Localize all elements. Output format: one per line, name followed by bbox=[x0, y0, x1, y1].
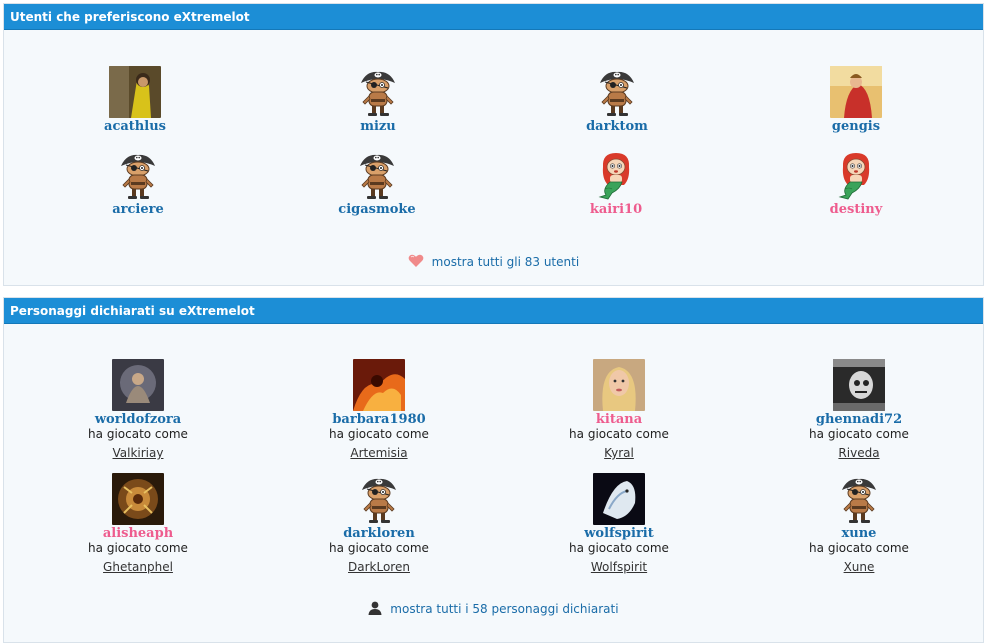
user-name-link[interactable]: alisheaph bbox=[38, 526, 238, 541]
user-name-link[interactable]: destiny bbox=[756, 202, 956, 217]
user-card: destiny bbox=[756, 149, 956, 217]
character-name-link[interactable]: Ghetanphel bbox=[103, 560, 173, 575]
character-card: darkloren ha giocato come DarkLoren bbox=[279, 473, 479, 575]
character-card: xune ha giocato come Xune bbox=[759, 473, 959, 575]
pirate-icon[interactable] bbox=[833, 473, 885, 525]
user-photo-icon[interactable] bbox=[353, 359, 405, 411]
played-as-text: ha giocato come bbox=[809, 541, 909, 555]
character-card: worldofzora ha giocato come Valkiriay bbox=[38, 359, 238, 461]
character-name-link[interactable]: Xune bbox=[844, 560, 875, 575]
user-name-link[interactable]: gengis bbox=[756, 119, 956, 134]
user-card: mizu bbox=[278, 66, 478, 134]
user-name-link[interactable]: wolfspirit bbox=[519, 526, 719, 541]
character-name-link[interactable]: DarkLoren bbox=[348, 560, 410, 575]
character-card: barbara1980 ha giocato come Artemisia bbox=[279, 359, 479, 461]
user-photo-icon[interactable] bbox=[109, 66, 161, 118]
user-name-link[interactable]: darkloren bbox=[279, 526, 479, 541]
user-photo-icon[interactable] bbox=[112, 473, 164, 525]
user-photo-icon[interactable] bbox=[833, 359, 885, 411]
user-card: gengis bbox=[756, 66, 956, 134]
character-card: ghennadi72 ha giocato come Riveda bbox=[759, 359, 959, 461]
user-photo-icon[interactable] bbox=[593, 359, 645, 411]
user-name-link[interactable]: kitana bbox=[519, 412, 719, 427]
played-as-text: ha giocato come bbox=[88, 541, 188, 555]
pirate-icon[interactable] bbox=[351, 149, 403, 201]
pirate-icon[interactable] bbox=[591, 66, 643, 118]
user-name-link[interactable]: darktom bbox=[517, 119, 717, 134]
character-card: wolfspirit ha giocato come Wolfspirit bbox=[519, 473, 719, 575]
user-name-link[interactable]: arciere bbox=[38, 202, 238, 217]
show-all-characters-link[interactable]: mostra tutti i 58 personaggi dichiarati bbox=[390, 602, 618, 616]
user-card: kairi10 bbox=[516, 149, 716, 217]
user-card: cigasmoke bbox=[277, 149, 477, 217]
user-name-link[interactable]: barbara1980 bbox=[279, 412, 479, 427]
user-photo-icon[interactable] bbox=[830, 66, 882, 118]
played-as-text: ha giocato come bbox=[809, 427, 909, 441]
user-card: arciere bbox=[38, 149, 238, 217]
characters-panel-title: Personaggi dichiarati su eXtremelot bbox=[4, 298, 983, 324]
user-card: acathlus bbox=[35, 66, 235, 134]
played-as-text: ha giocato come bbox=[329, 541, 429, 555]
played-as-text: ha giocato come bbox=[569, 541, 669, 555]
character-name-link[interactable]: Riveda bbox=[838, 446, 879, 461]
user-icon bbox=[368, 601, 382, 615]
pirate-icon[interactable] bbox=[112, 149, 164, 201]
played-as-text: ha giocato come bbox=[329, 427, 429, 441]
show-all-characters: mostra tutti i 58 personaggi dichiarati bbox=[4, 601, 983, 616]
fans-panel: Utenti che preferiscono eXtremelot acath… bbox=[3, 3, 984, 286]
show-all-users: mostra tutti gli 83 utenti bbox=[4, 254, 983, 269]
character-name-link[interactable]: Kyral bbox=[604, 446, 634, 461]
user-name-link[interactable]: mizu bbox=[278, 119, 478, 134]
user-photo-icon[interactable] bbox=[112, 359, 164, 411]
user-name-link[interactable]: xune bbox=[759, 526, 959, 541]
user-name-link[interactable]: acathlus bbox=[35, 119, 235, 134]
user-name-link[interactable]: ghennadi72 bbox=[759, 412, 959, 427]
played-as-text: ha giocato come bbox=[88, 427, 188, 441]
character-name-link[interactable]: Valkiriay bbox=[113, 446, 164, 461]
user-name-link[interactable]: kairi10 bbox=[516, 202, 716, 217]
show-all-users-link[interactable]: mostra tutti gli 83 utenti bbox=[432, 255, 579, 269]
pirate-icon[interactable] bbox=[352, 66, 404, 118]
character-name-link[interactable]: Artemisia bbox=[350, 446, 407, 461]
character-card: alisheaph ha giocato come Ghetanphel bbox=[38, 473, 238, 575]
heart-icon bbox=[408, 254, 424, 267]
mermaid-icon[interactable] bbox=[830, 149, 882, 201]
user-photo-icon[interactable] bbox=[593, 473, 645, 525]
pirate-icon[interactable] bbox=[353, 473, 405, 525]
mermaid-icon[interactable] bbox=[590, 149, 642, 201]
user-name-link[interactable]: worldofzora bbox=[38, 412, 238, 427]
fans-panel-title: Utenti che preferiscono eXtremelot bbox=[4, 4, 983, 30]
user-card: darktom bbox=[517, 66, 717, 134]
character-name-link[interactable]: Wolfspirit bbox=[591, 560, 647, 575]
characters-panel: Personaggi dichiarati su eXtremelot worl… bbox=[3, 297, 984, 643]
played-as-text: ha giocato come bbox=[569, 427, 669, 441]
character-card: kitana ha giocato come Kyral bbox=[519, 359, 719, 461]
user-name-link[interactable]: cigasmoke bbox=[277, 202, 477, 217]
